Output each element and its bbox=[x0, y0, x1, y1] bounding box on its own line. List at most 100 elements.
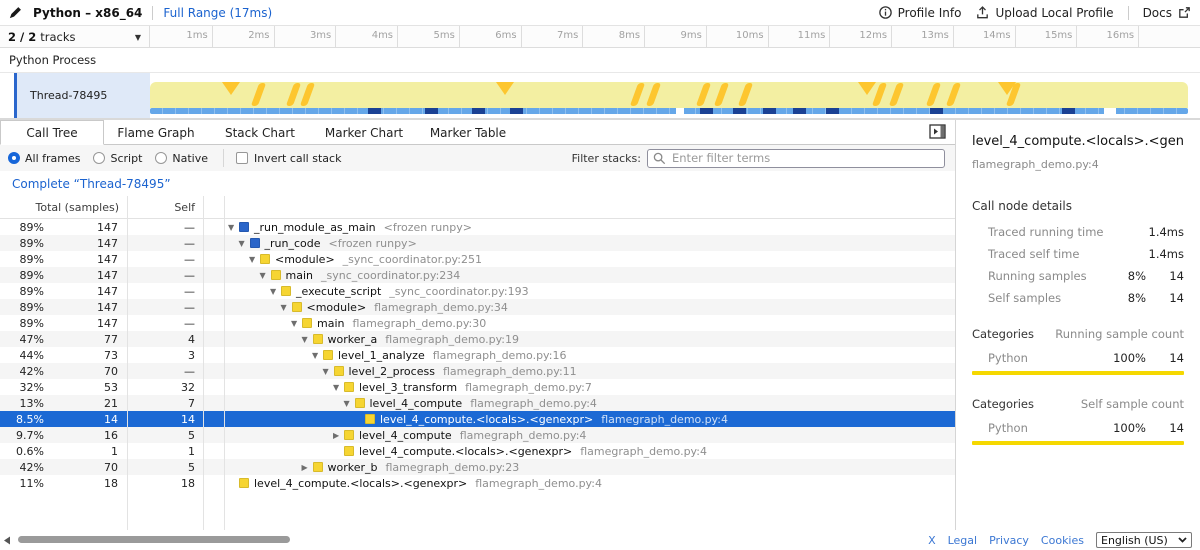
expand-arrow-icon[interactable]: ▼ bbox=[323, 367, 334, 376]
filter-input-wrap bbox=[647, 149, 945, 168]
category-count: 14 bbox=[1146, 351, 1184, 365]
footer-close-button[interactable]: X bbox=[928, 534, 936, 547]
footer-link-legal[interactable]: Legal bbox=[948, 534, 977, 547]
call-node-sidebar: level_4_compute.<locals>.<genex… flamegr… bbox=[955, 120, 1200, 550]
call-tree-row[interactable]: 0.6%11level_4_compute.<locals>.<genexpr>… bbox=[0, 443, 955, 459]
radio-script[interactable] bbox=[93, 152, 105, 164]
column-divider[interactable] bbox=[203, 196, 204, 530]
total-samples: 147 bbox=[44, 237, 118, 250]
total-percent: 89% bbox=[0, 237, 44, 250]
radio-native[interactable] bbox=[155, 152, 167, 164]
frame-filter-radios: All frames Script Native bbox=[8, 152, 221, 165]
docs-button[interactable]: Docs bbox=[1143, 5, 1192, 20]
expand-arrow-icon[interactable]: ▶ bbox=[302, 463, 313, 472]
expand-arrow-icon[interactable]: ▼ bbox=[281, 303, 292, 312]
function-name: main bbox=[317, 317, 344, 330]
expand-arrow-icon[interactable]: ▼ bbox=[239, 239, 250, 248]
call-tree-row[interactable]: 89%147—▼_run_code<frozen runpy> bbox=[0, 235, 955, 251]
call-tree-row[interactable]: 9.7%165▶level_4_computeflamegraph_demo.p… bbox=[0, 427, 955, 443]
radio-all-frames[interactable] bbox=[8, 152, 20, 164]
detail-row: Running samples8%14 bbox=[972, 269, 1184, 283]
edit-pencil-icon[interactable] bbox=[8, 5, 23, 20]
call-tree-rows: 89%147—▼_run_module_as_main<frozen runpy… bbox=[0, 219, 955, 491]
sample-dark-segment bbox=[510, 108, 523, 114]
expand-arrow-icon[interactable]: ▼ bbox=[333, 383, 344, 392]
thread-activity-graph[interactable] bbox=[150, 82, 1188, 114]
footer-link-cookies[interactable]: Cookies bbox=[1041, 534, 1084, 547]
call-tree-row[interactable]: 89%147—▼mainflamegraph_demo.py:30 bbox=[0, 315, 955, 331]
ruler-tick bbox=[891, 26, 892, 48]
track-python-process[interactable]: Python Process bbox=[0, 48, 1200, 73]
tab-call-tree[interactable]: Call Tree bbox=[0, 120, 104, 145]
self-samples: 5 bbox=[118, 461, 199, 474]
footer-link-privacy[interactable]: Privacy bbox=[989, 534, 1029, 547]
call-tree-row[interactable]: 89%147—▼_run_module_as_main<frozen runpy… bbox=[0, 219, 955, 235]
filter-stacks-input[interactable] bbox=[647, 149, 945, 168]
category-square-icon bbox=[239, 478, 249, 488]
legal-links: Legal Privacy Cookies bbox=[948, 534, 1084, 547]
topbar-actions: Profile Info Upload Local Profile Docs bbox=[878, 5, 1192, 20]
marker-triangle[interactable] bbox=[496, 82, 514, 95]
marker-triangle[interactable] bbox=[222, 82, 240, 95]
ruler-tick-label: 1ms bbox=[154, 30, 208, 41]
total-percent: 13% bbox=[0, 397, 44, 410]
expand-arrow-icon[interactable]: ▼ bbox=[291, 319, 302, 328]
breadcrumb-complete-thread[interactable]: Complete “Thread-78495” bbox=[8, 175, 175, 193]
full-range-link[interactable]: Full Range (17ms) bbox=[163, 6, 272, 20]
column-header-total[interactable]: Total (samples) bbox=[0, 201, 119, 214]
radio-label[interactable]: Native bbox=[172, 152, 208, 165]
track-thread: Thread-78495 bbox=[0, 73, 1200, 118]
call-tree-row[interactable]: 89%147—▼main_sync_coordinator.py:234 bbox=[0, 267, 955, 283]
function-name: <module> bbox=[307, 301, 367, 314]
call-tree-row[interactable]: 89%147—▼<module>_sync_coordinator.py:251 bbox=[0, 251, 955, 267]
total-percent: 89% bbox=[0, 285, 44, 298]
tab-marker-table[interactable]: Marker Table bbox=[416, 120, 520, 145]
call-tree-row[interactable]: 42%705▶worker_bflamegraph_demo.py:23 bbox=[0, 459, 955, 475]
expand-arrow-icon[interactable]: ▼ bbox=[312, 351, 323, 360]
ruler-tick bbox=[953, 26, 954, 48]
expand-arrow-icon[interactable]: ▼ bbox=[249, 255, 260, 264]
call-tree-row[interactable]: 11%1818level_4_compute.<locals>.<genexpr… bbox=[0, 475, 955, 491]
detail-value: 14 bbox=[1146, 269, 1184, 283]
profile-info-button[interactable]: Profile Info bbox=[878, 5, 962, 20]
tracks-dropdown[interactable]: 2 / 2 tracks ▼ bbox=[0, 26, 150, 48]
expand-arrow-icon[interactable]: ▼ bbox=[270, 287, 281, 296]
call-tree-row[interactable]: 44%733▼level_1_analyzeflamegraph_demo.py… bbox=[0, 347, 955, 363]
invert-call-stack-checkbox[interactable] bbox=[236, 152, 248, 164]
total-samples: 16 bbox=[44, 429, 118, 442]
expand-arrow-icon[interactable]: ▼ bbox=[228, 223, 239, 232]
bottom-panel: Call TreeFlame GraphStack ChartMarker Ch… bbox=[0, 120, 1200, 550]
call-tree-row[interactable]: 42%70—▼level_2_processflamegraph_demo.py… bbox=[0, 363, 955, 379]
column-divider[interactable] bbox=[127, 196, 128, 530]
call-tree-row[interactable]: 47%774▼worker_aflamegraph_demo.py:19 bbox=[0, 331, 955, 347]
sidebar-toggle-button[interactable] bbox=[928, 124, 948, 141]
sidebar-node-title: level_4_compute.<locals>.<genex… bbox=[972, 134, 1184, 149]
marker-triangle[interactable] bbox=[858, 82, 876, 95]
tab-flame-graph[interactable]: Flame Graph bbox=[104, 120, 208, 145]
call-tree-row[interactable]: 89%147—▼_execute_script_sync_coordinator… bbox=[0, 283, 955, 299]
category-square-icon bbox=[355, 398, 365, 408]
category-square-icon bbox=[365, 414, 375, 424]
detail-label: Running samples bbox=[972, 269, 1108, 283]
radio-label[interactable]: Script bbox=[110, 152, 142, 165]
call-tree-row[interactable]: 89%147—▼<module>flamegraph_demo.py:34 bbox=[0, 299, 955, 315]
category-square-icon bbox=[313, 462, 323, 472]
expand-arrow-icon[interactable]: ▼ bbox=[260, 271, 271, 280]
expand-arrow-icon[interactable]: ▼ bbox=[344, 399, 355, 408]
column-header-self[interactable]: Self bbox=[119, 201, 199, 214]
call-tree-row[interactable]: 8.5%1414level_4_compute.<locals>.<genexp… bbox=[0, 411, 955, 427]
function-name: worker_b bbox=[328, 461, 378, 474]
scroll-left-arrow-icon[interactable] bbox=[3, 536, 11, 545]
thread-label[interactable]: Thread-78495 bbox=[17, 73, 150, 118]
language-select[interactable]: English (US) bbox=[1096, 532, 1192, 548]
tab-stack-chart[interactable]: Stack Chart bbox=[208, 120, 312, 145]
upload-profile-button[interactable]: Upload Local Profile bbox=[975, 5, 1113, 20]
call-tree-row[interactable]: 32%5332▼level_3_transformflamegraph_demo… bbox=[0, 379, 955, 395]
expand-arrow-icon[interactable]: ▼ bbox=[302, 335, 313, 344]
horizontal-scrollbar-thumb[interactable] bbox=[18, 536, 290, 543]
call-tree-row[interactable]: 13%217▼level_4_computeflamegraph_demo.py… bbox=[0, 395, 955, 411]
expand-arrow-icon[interactable]: ▶ bbox=[333, 431, 344, 440]
radio-label[interactable]: All frames bbox=[25, 152, 80, 165]
column-divider[interactable] bbox=[224, 196, 225, 530]
tab-marker-chart[interactable]: Marker Chart bbox=[312, 120, 416, 145]
